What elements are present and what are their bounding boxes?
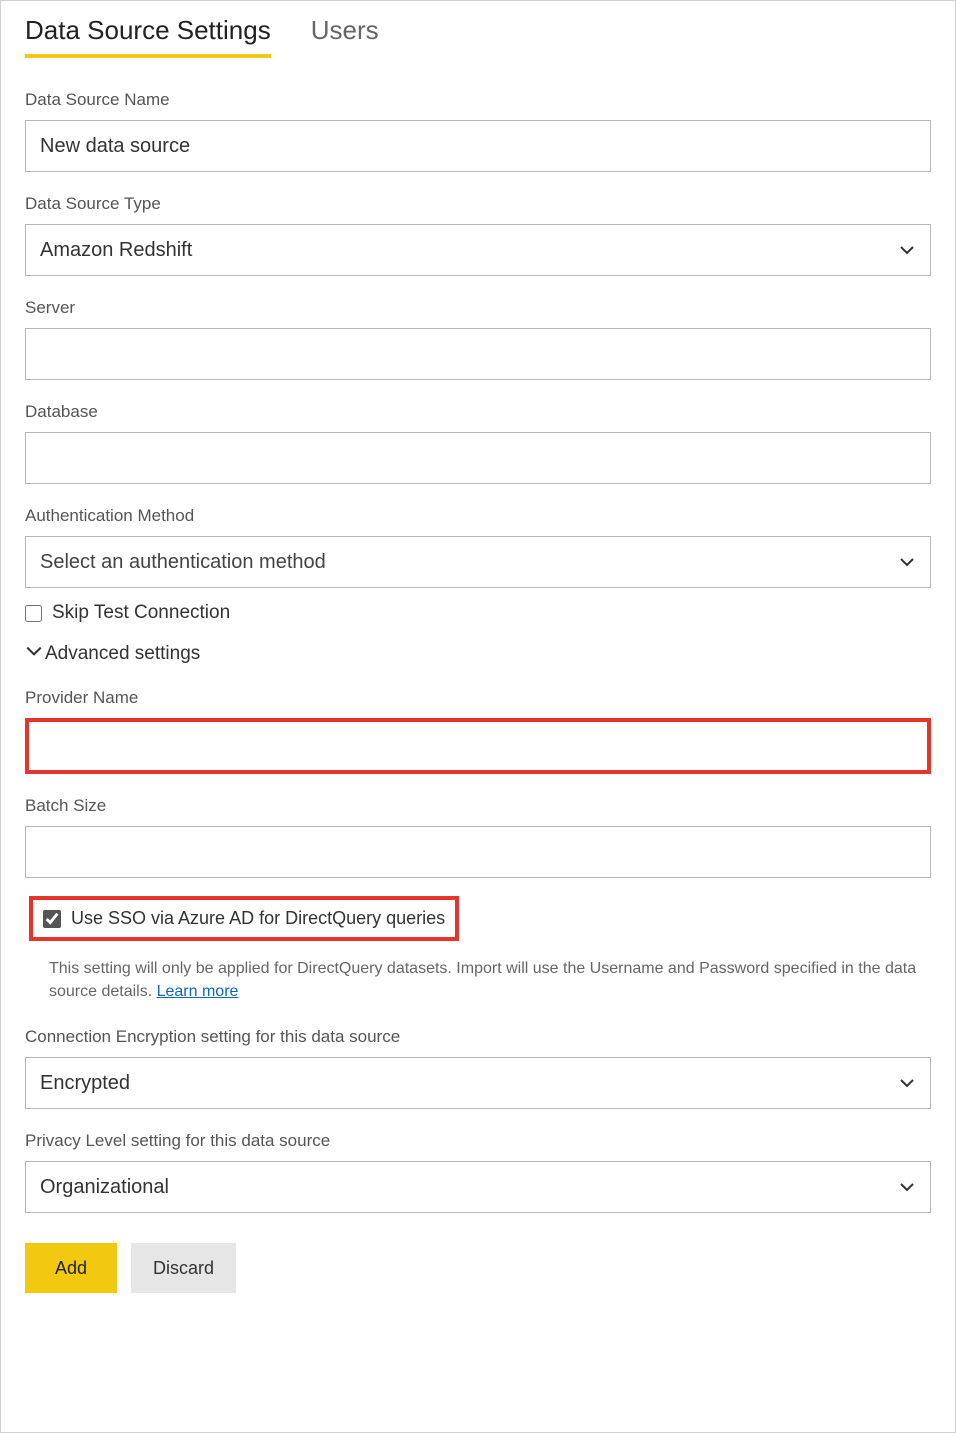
field-auth-method: Authentication Method Select an authenti… [25, 506, 931, 588]
select-auth-method[interactable]: Select an authentication method [25, 536, 931, 588]
add-button[interactable]: Add [25, 1243, 117, 1293]
input-database[interactable] [25, 432, 931, 484]
data-source-panel: Data Source Settings Users Data Source N… [0, 0, 956, 1433]
field-skip-test: Skip Test Connection [25, 602, 931, 624]
input-server[interactable] [25, 328, 931, 380]
tabs: Data Source Settings Users [1, 1, 955, 58]
label-privacy: Privacy Level setting for this data sour… [25, 1131, 931, 1151]
checkbox-skip-test[interactable] [25, 605, 42, 622]
label-batch-size: Batch Size [25, 796, 931, 816]
select-encryption[interactable]: Encrypted [25, 1057, 931, 1109]
tab-users[interactable]: Users [311, 9, 379, 58]
label-data-source-type: Data Source Type [25, 194, 931, 214]
label-provider-name: Provider Name [25, 688, 931, 708]
input-provider-name[interactable] [31, 724, 925, 768]
sso-highlight: Use SSO via Azure AD for DirectQuery que… [29, 896, 459, 941]
advanced-settings-label: Advanced settings [45, 643, 200, 665]
button-row: Add Discard [25, 1243, 931, 1293]
advanced-settings-toggle[interactable]: Advanced settings [25, 642, 931, 666]
provider-name-highlight [25, 718, 931, 774]
label-server: Server [25, 298, 931, 318]
label-data-source-name: Data Source Name [25, 90, 931, 110]
chevron-down-icon [25, 642, 43, 666]
label-sso: Use SSO via Azure AD for DirectQuery que… [71, 908, 445, 929]
label-encryption: Connection Encryption setting for this d… [25, 1027, 931, 1047]
discard-button[interactable]: Discard [131, 1243, 236, 1293]
input-batch-size[interactable] [25, 826, 931, 878]
checkbox-sso[interactable] [43, 910, 61, 928]
label-skip-test: Skip Test Connection [52, 602, 230, 624]
input-data-source-name[interactable] [25, 120, 931, 172]
field-batch-size: Batch Size [25, 796, 931, 878]
field-provider-name: Provider Name [25, 688, 931, 774]
label-database: Database [25, 402, 931, 422]
sso-note: This setting will only be applied for Di… [49, 957, 931, 1003]
field-encryption: Connection Encryption setting for this d… [25, 1027, 931, 1109]
label-auth-method: Authentication Method [25, 506, 931, 526]
field-data-source-type: Data Source Type Amazon Redshift [25, 194, 931, 276]
field-privacy: Privacy Level setting for this data sour… [25, 1131, 931, 1213]
form: Data Source Name Data Source Type Amazon… [1, 58, 955, 1293]
select-privacy[interactable]: Organizational [25, 1161, 931, 1213]
learn-more-link[interactable]: Learn more [157, 983, 239, 1000]
tab-data-source-settings[interactable]: Data Source Settings [25, 9, 271, 58]
field-server: Server [25, 298, 931, 380]
field-database: Database [25, 402, 931, 484]
field-data-source-name: Data Source Name [25, 90, 931, 172]
select-data-source-type[interactable]: Amazon Redshift [25, 224, 931, 276]
